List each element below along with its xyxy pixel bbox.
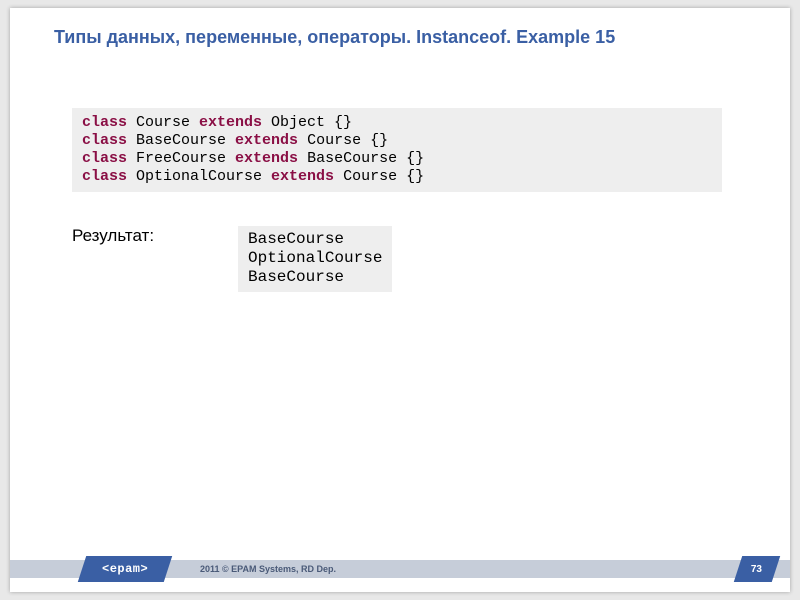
slide-title: Типы данных, переменные, операторы. Inst… bbox=[54, 26, 746, 49]
code-keyword: class bbox=[82, 168, 127, 185]
code-keyword: extends bbox=[235, 150, 298, 167]
slide: Типы данных, переменные, операторы. Inst… bbox=[10, 8, 790, 592]
footer-page-badge: 73 bbox=[734, 556, 780, 582]
footer-logo: <epam> bbox=[78, 556, 172, 582]
footer-copyright: 2011 © EPAM Systems, RD Dep. bbox=[200, 564, 336, 574]
code-keyword: extends bbox=[235, 132, 298, 149]
code-keyword: class bbox=[82, 132, 127, 149]
code-keyword: class bbox=[82, 150, 127, 167]
code-keyword: class bbox=[82, 114, 127, 131]
result-label: Результат: bbox=[72, 226, 154, 246]
code-block: class Course extends Object {} class Bas… bbox=[72, 108, 722, 192]
footer-page-number: 73 bbox=[751, 564, 762, 575]
footer-logo-text: <epam> bbox=[102, 562, 148, 576]
code-keyword: extends bbox=[271, 168, 334, 185]
output-block: BaseCourse OptionalCourse BaseCourse bbox=[238, 226, 392, 292]
code-keyword: extends bbox=[199, 114, 262, 131]
